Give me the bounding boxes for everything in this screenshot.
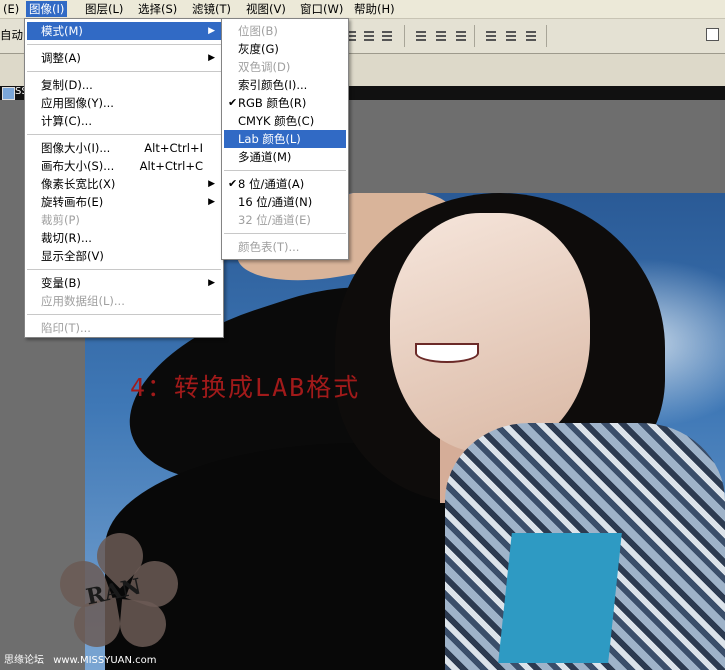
submenu-arrow-icon: ▶: [208, 197, 215, 207]
menu-item-grayscale[interactable]: 灰度(G): [224, 40, 346, 58]
distribute-icon[interactable]: [524, 29, 538, 43]
menu-item-image-size[interactable]: 图像大小(I)... Alt+Ctrl+I: [27, 139, 221, 157]
submenu-arrow-icon: ▶: [208, 26, 215, 36]
distribute-icon[interactable]: [414, 29, 428, 43]
menu-item-duplicate[interactable]: 复制(D)...: [27, 76, 221, 94]
menu-item-mode[interactable]: 模式(M) ▶: [27, 22, 221, 40]
check-icon: ✔: [228, 177, 238, 190]
menu-item-calculations[interactable]: 计算(C)...: [27, 112, 221, 130]
footer-site-name: 思缘论坛: [4, 655, 44, 666]
submenu-arrow-icon: ▶: [208, 53, 215, 63]
menu-item-reveal-all[interactable]: 显示全部(V): [27, 247, 221, 265]
menu-separator: [224, 233, 346, 234]
menu-separator: [27, 269, 221, 270]
check-icon: ✔: [228, 96, 238, 109]
panel-toggle-checkbox[interactable]: [706, 28, 719, 41]
menu-image[interactable]: 图像(I): [26, 1, 68, 17]
toolbar-separator: [546, 25, 547, 47]
align-icon[interactable]: [380, 29, 394, 43]
menu-item-apply-data-set: 应用数据组(L)...: [41, 294, 125, 308]
menu-item-canvas-size[interactable]: 画布大小(S)... Alt+Ctrl+C: [27, 157, 221, 175]
menu-item-color-table: 颜色表(T)...: [238, 240, 300, 254]
menu-separator: [224, 170, 346, 171]
image-menu-dropdown: 模式(M) ▶ 调整(A) ▶ 复制(D)... 应用图像(Y)... 计算(C).…: [24, 18, 224, 338]
menu-item-trap: 陷印(T)...: [41, 321, 91, 335]
menu-separator: [27, 134, 221, 135]
menu-separator: [27, 71, 221, 72]
footer-url: www.MISSYUAN.com: [53, 655, 157, 666]
photo-shirt: [498, 533, 622, 663]
document-icon: [2, 87, 15, 100]
mode-submenu: 位图(B) 灰度(G) 双色调(D) 索引颜色(I)... ✔ RGB 颜色(R)…: [221, 18, 349, 260]
distribute-icon[interactable]: [484, 29, 498, 43]
distribute-icon[interactable]: [454, 29, 468, 43]
photo-smile: [415, 343, 479, 363]
menu-help[interactable]: 帮助(H): [351, 1, 398, 17]
menu-item-indexed-color[interactable]: 索引颜色(I)...: [224, 76, 346, 94]
menu-item-trim[interactable]: 裁切(R)...: [27, 229, 221, 247]
distribute-icon[interactable]: [504, 29, 518, 43]
menu-separator: [27, 44, 221, 45]
menu-item-16-bit[interactable]: 16 位/通道(N): [224, 193, 346, 211]
distribute-icon[interactable]: [434, 29, 448, 43]
menu-item-multichannel[interactable]: 多通道(M): [224, 148, 346, 166]
menu-select[interactable]: 选择(S): [135, 1, 180, 17]
align-icon[interactable]: [362, 29, 376, 43]
menu-filter[interactable]: 滤镜(T): [189, 1, 234, 17]
menu-item-bitmap: 位图(B): [238, 24, 278, 38]
watermark-logo: RAN: [53, 523, 185, 653]
menu-bar: (E) 图像(I) 图层(L) 选择(S) 滤镜(T) 视图(V) 窗口(W) …: [0, 0, 725, 19]
menu-layer[interactable]: 图层(L): [82, 1, 126, 17]
step-annotation: 4：转换成LAB格式: [130, 373, 361, 402]
menu-item-crop: 裁剪(P): [41, 213, 80, 227]
menu-separator: [27, 314, 221, 315]
menu-item-rgb-color[interactable]: ✔ RGB 颜色(R): [224, 94, 346, 112]
toolbar-separator: [404, 25, 405, 47]
auto-select-label[interactable]: 自动: [0, 27, 23, 43]
menu-item-adjust[interactable]: 调整(A) ▶: [27, 49, 221, 67]
menu-item-lab-color[interactable]: Lab 颜色(L): [224, 130, 346, 148]
menu-item-apply-image[interactable]: 应用图像(Y)...: [27, 94, 221, 112]
menu-item-rotate-canvas[interactable]: 旋转画布(E) ▶: [27, 193, 221, 211]
menu-item-variables[interactable]: 变量(B) ▶: [27, 274, 221, 292]
menu-item-8-bit[interactable]: ✔ 8 位/通道(A): [224, 175, 346, 193]
menu-item-duotone: 双色调(D): [238, 60, 291, 74]
menu-item-cmyk-color[interactable]: CMYK 颜色(C): [224, 112, 346, 130]
menu-edit[interactable]: (E): [0, 1, 22, 17]
submenu-arrow-icon: ▶: [208, 179, 215, 189]
menu-item-pixel-aspect[interactable]: 像素长宽比(X) ▶: [27, 175, 221, 193]
toolbar-separator: [474, 25, 475, 47]
menu-view[interactable]: 视图(V): [243, 1, 289, 17]
menu-item-32-bit: 32 位/通道(E): [238, 213, 311, 227]
photo-face: [390, 213, 590, 453]
menu-window[interactable]: 窗口(W): [297, 1, 346, 17]
footer-credit: 思缘论坛 www.MISSYUAN.com: [4, 651, 163, 666]
submenu-arrow-icon: ▶: [208, 278, 215, 288]
